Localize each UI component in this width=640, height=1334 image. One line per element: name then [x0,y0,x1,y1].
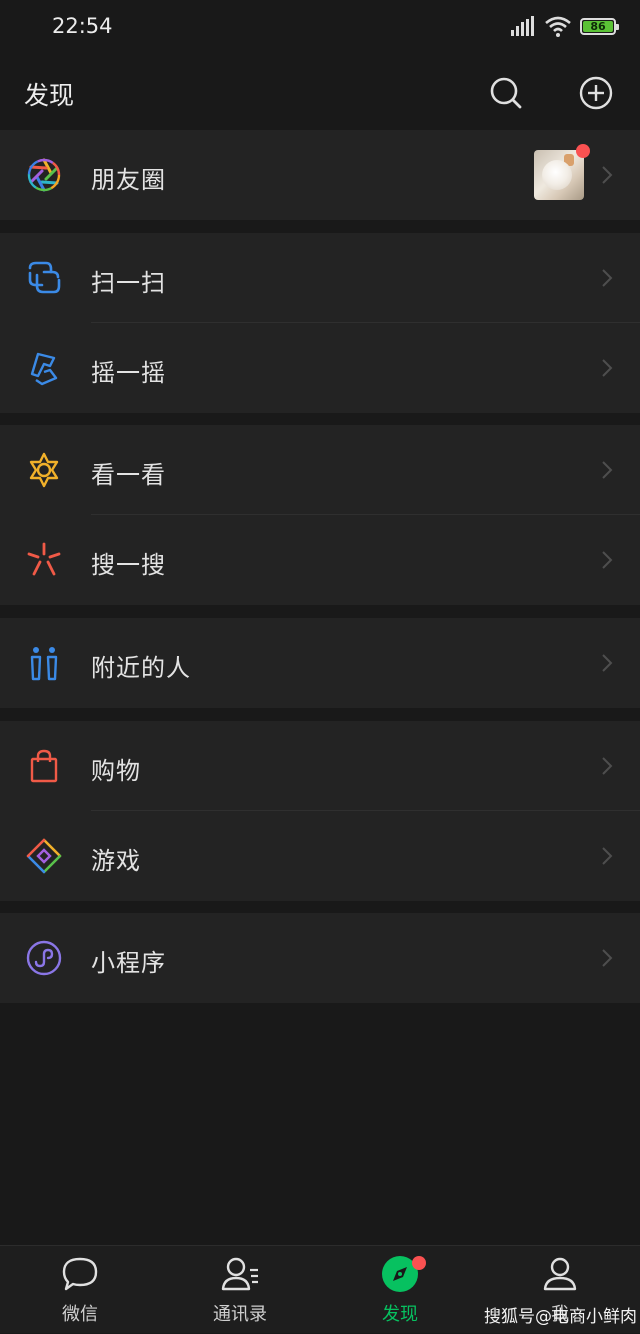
group-discover-content: 看一看 搜一搜 [0,425,640,605]
list-item-search[interactable]: 搜一搜 [0,515,640,605]
search-icon[interactable] [486,73,526,113]
shake-icon [24,348,64,388]
battery-icon: 86 [580,18,619,35]
list-item-label: 摇一摇 [91,359,166,387]
top-stories-icon [24,450,64,490]
tab-label: 通讯录 [213,1304,267,1325]
chevron-right-icon [600,357,614,379]
chevron-right-icon [600,755,614,777]
search-spark-icon [24,540,64,580]
list-item-shake[interactable]: 摇一摇 [0,323,640,413]
top-bar: 发现 [0,56,640,130]
discover-badge-dot [412,1256,426,1270]
tab-discover[interactable]: 发现 [320,1246,480,1334]
chevron-right-icon [600,267,614,289]
group-shop-games: 购物 游戏 [0,721,640,901]
plus-circle-icon[interactable] [576,73,616,113]
list-item-games[interactable]: 游戏 [0,811,640,901]
page-title: 发现 [24,81,75,110]
game-diamond-icon [24,836,64,876]
chevron-right-icon [600,845,614,867]
status-bar: 22:54 86 [0,0,640,56]
contacts-icon [221,1257,258,1291]
chat-bubble-icon [62,1257,98,1291]
mini-program-icon [24,938,64,978]
list-item-label: 游戏 [91,847,141,875]
list-item-scan[interactable]: 扫一扫 [0,233,640,323]
group-mini-programs: 小程序 [0,913,640,1003]
chevron-right-icon [600,652,614,674]
person-icon [543,1257,577,1291]
chevron-right-icon [600,164,614,186]
list-item-label: 附近的人 [91,654,191,682]
list-item-label: 朋友圈 [91,166,166,194]
chevron-right-icon [600,947,614,969]
signal-icon [511,16,535,40]
group-moments: 朋友圈 [0,130,640,220]
list-item-label: 扫一扫 [91,269,166,297]
group-scan-shake: 扫一扫 摇一摇 [0,233,640,413]
tab-label: 微信 [62,1304,98,1325]
list-item-label: 小程序 [91,949,166,977]
chevron-right-icon [600,459,614,481]
watermark: 搜狐号@电商小鲜肉 [484,1307,637,1327]
list-item-moments[interactable]: 朋友圈 [0,130,640,220]
list-item-mini-programs[interactable]: 小程序 [0,913,640,1003]
shopping-bag-icon [24,746,64,786]
list-item-label: 购物 [91,757,141,785]
tab-chats[interactable]: 微信 [0,1246,160,1334]
scan-icon [24,258,64,298]
moments-latest-thumbnail [534,150,584,200]
aperture-icon [24,155,64,195]
moments-badge-dot [576,144,590,158]
tab-contacts[interactable]: 通讯录 [160,1246,320,1334]
people-nearby-icon [24,643,64,683]
list-item-people-nearby[interactable]: 附近的人 [0,618,640,708]
list-item-label: 搜一搜 [91,551,166,579]
tab-label: 发现 [382,1304,418,1325]
list-item-label: 看一看 [91,461,166,489]
list-item-shopping[interactable]: 购物 [0,721,640,811]
status-time: 22:54 [52,14,113,38]
chevron-right-icon [600,549,614,571]
list-item-top-stories[interactable]: 看一看 [0,425,640,515]
battery-level: 86 [583,21,613,32]
wifi-icon [544,15,572,41]
group-nearby: 附近的人 [0,618,640,708]
